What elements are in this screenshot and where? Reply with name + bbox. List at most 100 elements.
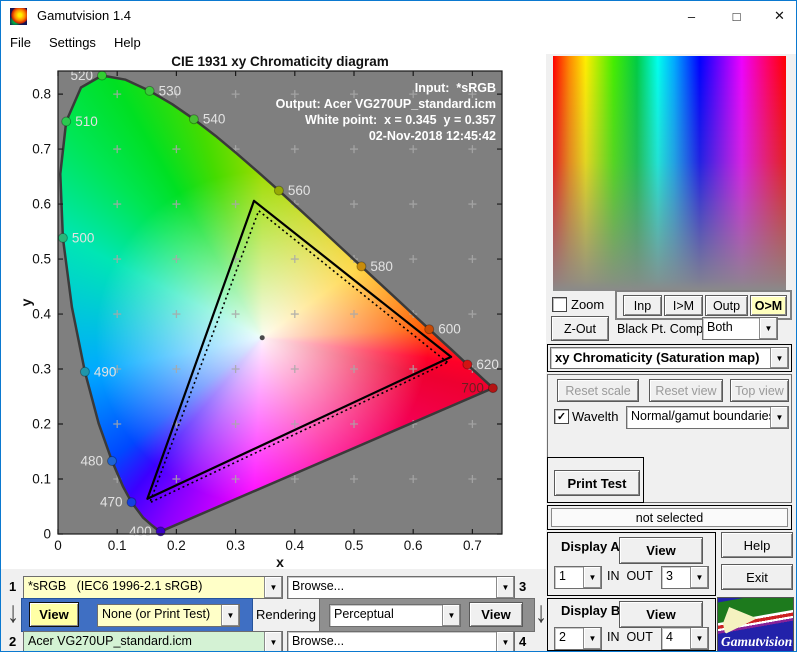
svg-text:0.6: 0.6 [32,197,51,212]
o-to-m-button[interactable]: O>M [750,295,787,316]
svg-text:0.2: 0.2 [32,417,51,432]
display-a-in-select[interactable]: 1 ▼ [554,566,602,589]
display-a-title: Display A [561,539,620,554]
chevron-down-icon[interactable]: ▼ [770,407,788,428]
display-b-inout-label: IN OUT [607,630,653,644]
svg-text:0.3: 0.3 [32,362,51,377]
svg-text:0.4: 0.4 [32,307,51,322]
app-window: Gamutvision 1.4 – □ ✕ File Settings Help… [0,0,797,652]
display-a-view-button[interactable]: View [619,537,703,564]
svg-text:0.2: 0.2 [167,538,186,553]
slot-3-label: 3 [519,579,527,594]
zoom-checkbox[interactable] [552,297,567,312]
menu-help[interactable]: Help [105,31,150,54]
gamutvision-logo: Gamutvision [717,597,794,651]
display-a-inout-label: IN OUT [607,569,653,583]
reset-scale-button[interactable]: Reset scale [557,379,639,402]
hue-saturation-map[interactable] [553,56,786,291]
i-to-m-button[interactable]: I>M [664,295,703,316]
slot-2-label: 2 [9,634,17,649]
output-profile-select[interactable]: Acer VG270UP_standard.icm ▼ [23,631,283,651]
chevron-down-icon[interactable]: ▼ [442,605,460,626]
svg-text:0.1: 0.1 [108,538,127,553]
down-arrow-icon: ↓ [7,595,19,630]
mode-select-frame: xy Chromaticity (Saturation map) ▼ [547,344,792,372]
app-icon [10,8,27,25]
chevron-down-icon[interactable]: ▼ [221,605,239,626]
display-b-view-button[interactable]: View [619,601,703,628]
chevron-down-icon[interactable]: ▼ [496,632,514,651]
reset-view-button[interactable]: Reset view [649,379,723,402]
menu-bar: File Settings Help [1,31,796,54]
chevron-down-icon[interactable]: ▼ [496,577,514,598]
gamut-view-button-group: Inp I>M Outp O>M [615,290,792,320]
display-b-title: Display B [561,603,621,618]
zoom-checkbox-label: Zoom [571,297,605,312]
rendering-label: Rendering [256,607,316,622]
exit-button[interactable]: Exit [721,564,793,590]
chevron-down-icon[interactable]: ▼ [690,567,708,588]
print-test-select[interactable]: None (or Print Test) ▼ [97,604,240,627]
help-button[interactable]: Help [721,532,793,558]
check-icon: ✓ [556,411,567,423]
display-a-out-select[interactable]: 3 ▼ [661,566,709,589]
svg-text:0: 0 [43,527,51,542]
status-text: not selected [551,508,788,527]
display-b-out-select[interactable]: 4 ▼ [661,627,709,650]
browse-bottom-select[interactable]: Browse... ▼ [287,631,515,651]
chevron-down-icon[interactable]: ▼ [770,348,788,368]
rendering-intent-select[interactable]: Perceptual ▼ [329,604,461,627]
svg-text:0.5: 0.5 [32,252,51,267]
status-frame: not selected [547,505,792,530]
z-out-button[interactable]: Z-Out [551,316,609,341]
maximize-button[interactable]: □ [714,1,759,31]
browse-top-select[interactable]: Browse... ▼ [287,576,515,599]
menu-settings[interactable]: Settings [40,31,105,54]
chevron-down-icon[interactable]: ▼ [583,567,601,588]
inp-button[interactable]: Inp [623,295,662,316]
print-test-frame: Print Test [547,457,644,503]
chromaticity-figure: CIE 1931 xy Chromaticity diagram 400 470 4… [1,54,546,569]
chromaticity-plot[interactable] [58,71,502,534]
chart-title: CIE 1931 xy Chromaticity diagram [171,54,389,69]
top-view-button[interactable]: Top view [730,379,789,402]
chevron-down-icon[interactable]: ▼ [264,577,282,598]
input-profile-select[interactable]: *sRGB (IEC6 1996-2.1 sRGB) ▼ [23,576,283,599]
black-pt-comp-label: Black Pt. Comp. [617,322,707,336]
svg-text:0: 0 [54,538,62,553]
boundaries-select[interactable]: Normal/gamut boundaries ▼ [626,406,789,429]
display-a-group: Display A View 1 ▼ IN OUT 3 ▼ [547,532,716,596]
wavelength-checkbox[interactable]: ✓ [554,409,569,424]
outp-button[interactable]: Outp [705,295,748,316]
display-b-group: Display B View 2 ▼ IN OUT 4 ▼ [547,598,716,651]
minimize-button[interactable]: – [669,1,714,31]
svg-text:0.5: 0.5 [345,538,364,553]
plot-mode-select[interactable]: xy Chromaticity (Saturation map) ▼ [550,347,789,369]
chevron-down-icon[interactable]: ▼ [690,628,708,649]
menu-file[interactable]: File [1,31,40,54]
chevron-down-icon[interactable]: ▼ [583,628,601,649]
logo-text: Gamutvision [721,634,793,649]
close-button[interactable]: ✕ [757,1,796,31]
spectral-locus-fill [60,75,493,532]
down-arrow-icon: ↓ [535,595,547,630]
svg-text:x: x [276,554,284,569]
chevron-down-icon[interactable]: ▼ [264,632,282,651]
svg-text:0.3: 0.3 [226,538,245,553]
display-b-in-select[interactable]: 2 ▼ [554,627,602,650]
print-test-button[interactable]: Print Test [554,470,640,496]
black-pt-comp-select[interactable]: Both ▼ [702,317,778,340]
svg-text:y: y [18,298,34,306]
svg-text:0.1: 0.1 [32,472,51,487]
wavelength-checkbox-label: Wavelth [572,409,619,424]
window-title: Gamutvision 1.4 [37,8,131,23]
svg-text:0.6: 0.6 [404,538,423,553]
view-output-button[interactable]: View [469,602,523,627]
chevron-down-icon[interactable]: ▼ [759,318,777,339]
slot-1-label: 1 [9,579,17,594]
slot-4-label: 4 [519,634,527,649]
view-input-button[interactable]: View [29,602,79,627]
title-bar[interactable]: Gamutvision 1.4 – □ ✕ [1,1,796,31]
svg-text:0.7: 0.7 [32,142,51,157]
svg-text:0.4: 0.4 [285,538,304,553]
